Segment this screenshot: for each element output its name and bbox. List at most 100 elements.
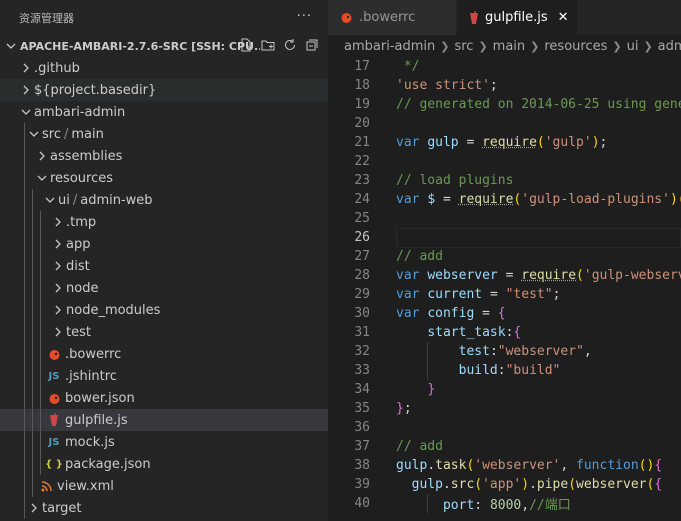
code-text: }	[427, 382, 436, 397]
code-line[interactable]: 35};	[328, 399, 681, 418]
breadcrumb-item[interactable]: admin-web	[658, 39, 681, 54]
code-line[interactable]: 25	[328, 209, 681, 228]
code-line[interactable]: 33 build:"build"	[328, 361, 681, 380]
chevron-right-icon: ❯	[612, 39, 622, 53]
line-number: 33	[354, 363, 370, 378]
code-line[interactable]: 22	[328, 152, 681, 171]
code-line[interactable]: 38 gulp.task('webserver', function(){	[328, 456, 681, 475]
chevron-right-icon[interactable]	[50, 236, 66, 252]
code-text: 'use strict';	[396, 78, 498, 93]
tree-item-label: mock.js	[65, 434, 115, 450]
tree-item-dist[interactable]: dist	[0, 255, 328, 277]
tree-item-ambari-admin[interactable]: ambari-admin	[0, 101, 328, 123]
chevron-right-icon[interactable]	[50, 324, 66, 340]
chevron-right-icon[interactable]	[50, 302, 66, 318]
chevron-right-icon[interactable]	[34, 148, 50, 164]
close-icon[interactable]: ✕	[558, 10, 569, 25]
code-text: // add	[396, 249, 443, 264]
chevron-right-icon[interactable]	[50, 280, 66, 296]
chevron-down-icon[interactable]	[26, 126, 42, 142]
new-file-icon[interactable]	[238, 37, 254, 53]
chevron-down-icon[interactable]	[4, 41, 18, 51]
code-line[interactable]: 29 var current = "test";	[328, 285, 681, 304]
code-line[interactable]: 24 var $ = require('gulp-load-plugins')(	[328, 190, 681, 209]
explorer-title: 资源管理器	[19, 11, 74, 25]
tree-item-label: app	[66, 236, 91, 252]
sidebar-scrollbar[interactable]	[318, 57, 328, 521]
tree-item-label: gulpfile.js	[65, 412, 128, 428]
line-number: 28	[354, 268, 370, 283]
chevron-right-icon[interactable]	[50, 214, 66, 230]
breadcrumb-item[interactable]: src	[454, 39, 473, 54]
tab-bowerrc[interactable]: .bowerrc	[328, 0, 457, 35]
tree-item-assemblies[interactable]: assemblies	[0, 145, 328, 167]
chevron-down-icon[interactable]	[42, 192, 58, 208]
tree-item-node[interactable]: node	[0, 277, 328, 299]
path-separator: /	[72, 192, 78, 208]
breadcrumb-item[interactable]: ambari-admin	[344, 39, 435, 54]
tree-item-label: node	[66, 280, 99, 296]
indent-guide	[24, 189, 25, 211]
tree-item-label: src	[42, 126, 61, 142]
tree-item-ui-admin-web[interactable]: ui / admin-web	[0, 189, 328, 211]
bower-icon	[46, 390, 62, 406]
collapse-all-icon[interactable]	[304, 37, 320, 53]
chevron-down-icon[interactable]	[18, 104, 34, 120]
more-actions-icon[interactable]: ···	[297, 9, 312, 24]
chevron-right-icon[interactable]	[50, 258, 66, 274]
tree-item-mock-js[interactable]: JS mock.js	[0, 431, 328, 453]
code-line[interactable]: 20	[328, 114, 681, 133]
tree-item-app[interactable]: app	[0, 233, 328, 255]
chevron-right-icon[interactable]	[18, 82, 34, 98]
code-line[interactable]: 30 var config = {	[328, 304, 681, 323]
tree-item-package-json[interactable]: { } package.json	[0, 453, 328, 475]
tree-item-label: .bowerrc	[65, 346, 122, 362]
code-line[interactable]: 36	[328, 418, 681, 437]
tree-item-resources[interactable]: resources	[0, 167, 328, 189]
breadcrumb-item[interactable]: resources	[544, 39, 607, 54]
tree-item-jshintrc[interactable]: JS .jshintrc	[0, 365, 328, 387]
workspace-section-header[interactable]: APACHE-AMBARI-2.7.6-SRC [SSH: CPU...	[0, 35, 328, 57]
tab-gulpfile[interactable]: gulpfile.js ✕	[457, 0, 578, 35]
breadcrumb-item[interactable]: ui	[627, 39, 639, 54]
chevron-right-icon[interactable]	[26, 500, 42, 516]
indent-guide	[24, 167, 25, 189]
tree-item-target[interactable]: target	[0, 497, 328, 519]
code-line[interactable]: 23 // load plugins	[328, 171, 681, 190]
chevron-down-icon[interactable]	[34, 170, 50, 186]
new-folder-icon[interactable]	[260, 37, 276, 53]
code-text: var webserver = require('gulp-webserv	[396, 268, 681, 283]
code-line[interactable]: 34 }	[328, 380, 681, 399]
code-line[interactable]: 27 // add	[328, 247, 681, 266]
editor-area: .bowerrc gulpfile.js ✕ ambari-admin ❯ sr…	[328, 0, 681, 521]
code-line[interactable]: 19 // generated on 2014-06-25 using gene	[328, 95, 681, 114]
code-line[interactable]: 17 */	[328, 57, 681, 76]
gulp-icon	[469, 10, 479, 25]
line-number: 30	[354, 306, 370, 321]
tree-item-bowerrc[interactable]: .bowerrc	[0, 343, 328, 365]
code-editor[interactable]: 17 */ 18 'use strict'; 19 // generated on 20…	[328, 57, 681, 521]
tree-item-bower-json[interactable]: bower.json	[0, 387, 328, 409]
breadcrumb-item[interactable]: main	[493, 39, 525, 54]
tree-item-test[interactable]: test	[0, 321, 328, 343]
code-line[interactable]: 39 gulp.src('app').pipe(webserver({	[328, 475, 681, 494]
tree-item-node-modules[interactable]: node_modules	[0, 299, 328, 321]
tree-item-tmp[interactable]: .tmp	[0, 211, 328, 233]
code-line[interactable]: 32 test:"webserver",	[328, 342, 681, 361]
code-line[interactable]: 28 var webserver = require('gulp-webserv	[328, 266, 681, 285]
tree-item-github[interactable]: .github	[0, 57, 328, 79]
tree-item-gulpfile[interactable]: gulpfile.js	[0, 409, 328, 431]
code-text: var config = {	[396, 306, 506, 321]
code-line[interactable]: 31 start_task:{	[328, 323, 681, 342]
tree-item-project-basedir[interactable]: ${project.basedir}	[0, 79, 328, 101]
tree-item-view-xml[interactable]: view.xml	[0, 475, 328, 497]
tree-item-label: main	[71, 126, 104, 142]
code-line[interactable]: 40 port: 8000,//端口	[328, 494, 681, 513]
code-line[interactable]: 18 'use strict';	[328, 76, 681, 95]
code-line[interactable]: 26	[328, 228, 681, 248]
refresh-icon[interactable]	[282, 37, 298, 53]
chevron-right-icon[interactable]	[18, 60, 34, 76]
code-line[interactable]: 37 // add	[328, 437, 681, 456]
code-line[interactable]: 21 var gulp = require('gulp');	[328, 133, 681, 152]
tree-item-src-main[interactable]: src / main	[0, 123, 328, 145]
